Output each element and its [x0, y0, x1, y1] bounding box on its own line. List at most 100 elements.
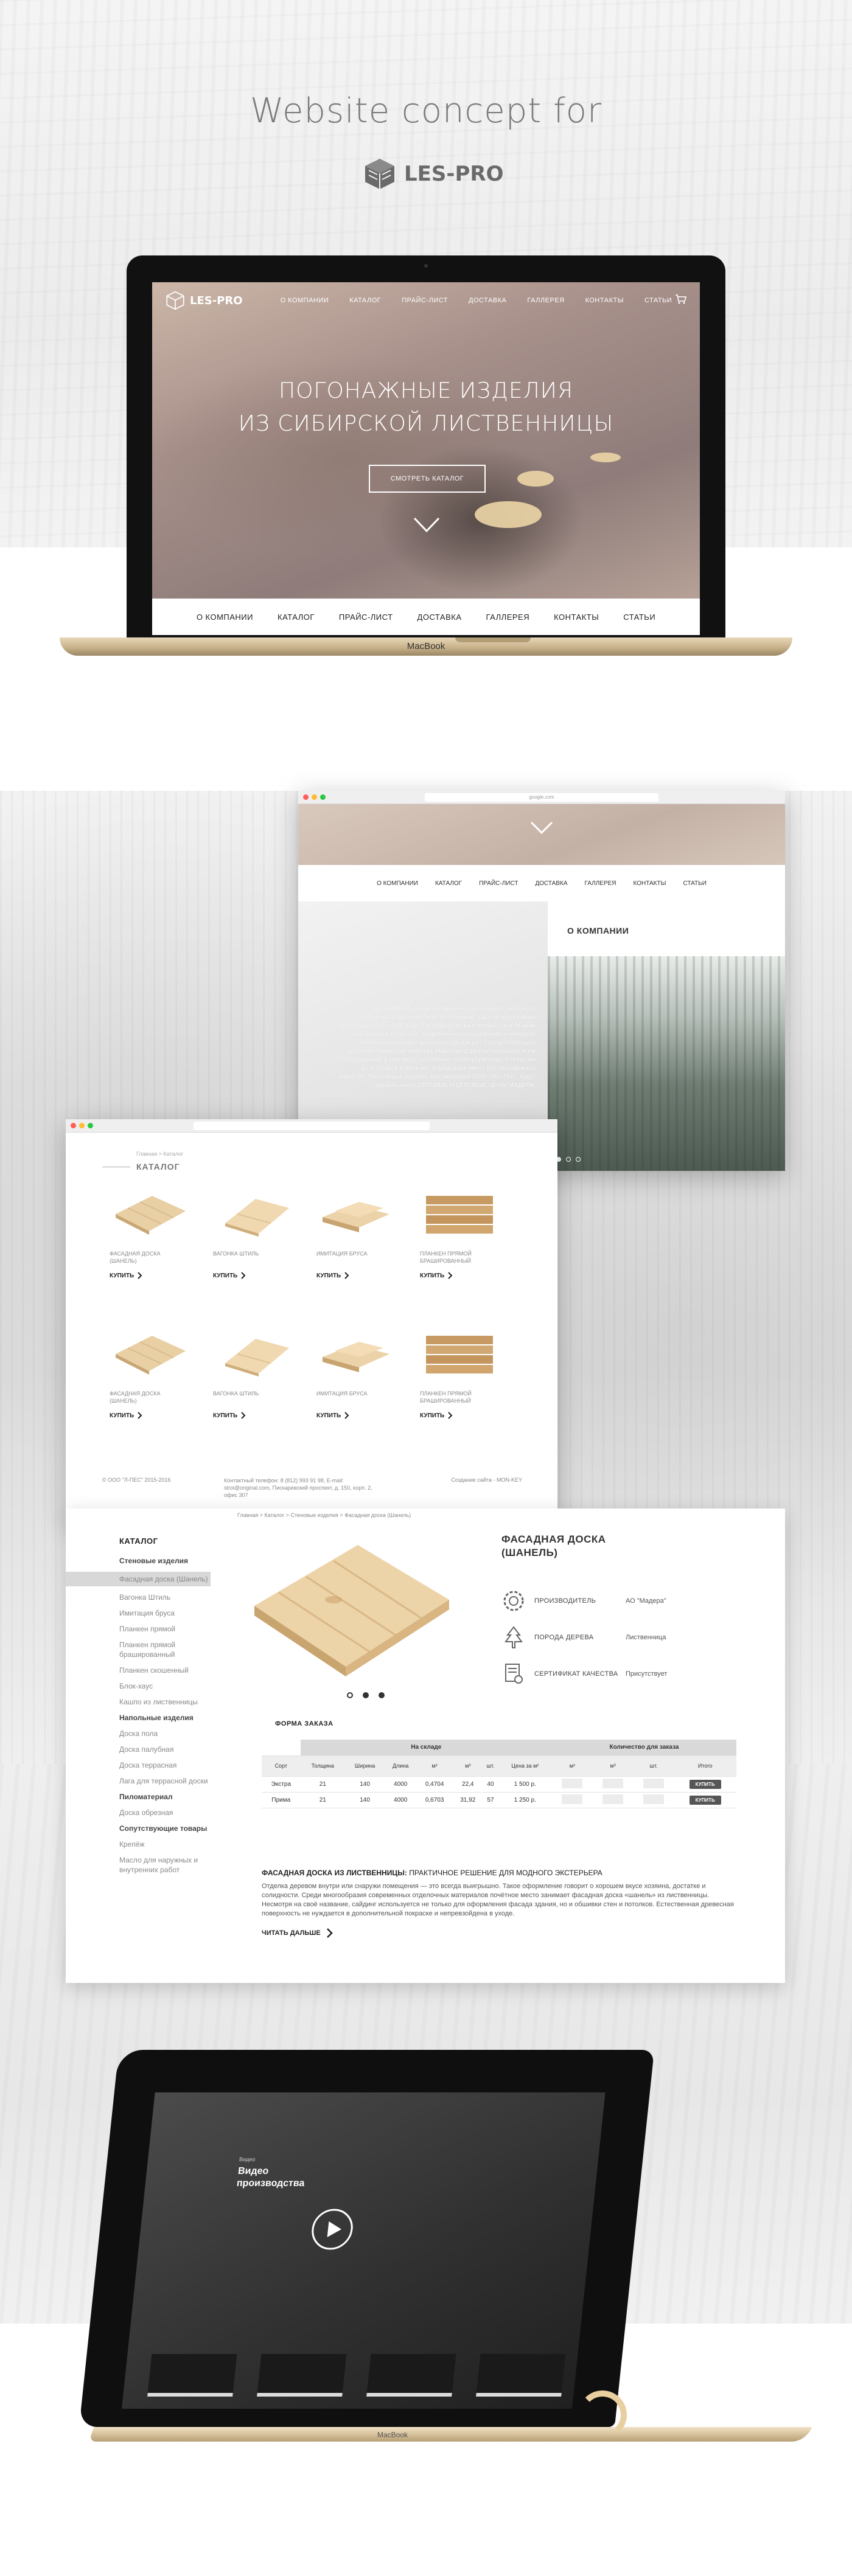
sidebar-item[interactable]: Лага для террасной доски	[119, 1776, 211, 1786]
sidebar-item[interactable]: Масло для наружных и внутренних работ	[119, 1855, 211, 1875]
product-card[interactable]: ВАГОНКА ШТИЛЬ КУПИТЬ	[213, 1190, 316, 1293]
buy-link[interactable]: КУПИТЬ	[213, 1412, 246, 1419]
slider-dot[interactable]	[347, 1692, 353, 1698]
menu-item-about[interactable]: О КОМПАНИИ	[281, 297, 329, 304]
buy-link[interactable]: КУПИТЬ	[213, 1272, 246, 1279]
slider-dot[interactable]	[379, 1692, 385, 1698]
sidebar-item[interactable]: Имитация бруса	[119, 1608, 211, 1618]
address-bar[interactable]: google.com	[425, 793, 658, 802]
product-card[interactable]: ПЛАНКЕН ПРЯМОЙ БРАШИРОВАННЫЙ КУПИТЬ	[420, 1190, 523, 1293]
concept-title: Website concept for	[250, 91, 602, 131]
menu-item-price[interactable]: ПРАЙС-ЛИСТ	[402, 297, 448, 304]
video-thumbnail[interactable]	[366, 2354, 456, 2397]
site-logo-text: LES-PRO	[190, 294, 243, 307]
sidebar-item[interactable]: Доска пола	[119, 1729, 211, 1738]
quantity-input[interactable]	[643, 1778, 664, 1788]
menu-item-catalog[interactable]: КАТАЛОГ	[435, 880, 462, 887]
hero-title: ПОГОНАЖНЫЕ ИЗДЕЛИЯ ИЗ СИБИРСКОЙ ЛИСТВЕНН…	[152, 375, 700, 440]
sidebar-item[interactable]: Доска обрезная	[119, 1808, 211, 1817]
buy-link[interactable]: КУПИТЬ	[316, 1272, 349, 1279]
product-card[interactable]: ФАСАДНАЯ ДОСКА (ШАНЕЛЬ) КУПИТЬ	[110, 1190, 213, 1293]
footer-credit[interactable]: Создание сайта - MON-KEY	[451, 1477, 522, 1483]
breadcrumb[interactable]: Главная > Каталог	[136, 1151, 183, 1157]
window-controls	[71, 1123, 93, 1128]
menu-item-articles[interactable]: СТАТЬИ	[683, 880, 706, 887]
menu-item-delivery[interactable]: ДОСТАВКА	[469, 297, 506, 304]
table-row: Прима 21 140 4000 0,6703 31,92 57 1 250 р. КУПИТ…	[262, 1792, 736, 1808]
menu-item-gallery[interactable]: ГАЛЛЕРЕЯ	[585, 880, 616, 887]
sidebar-item[interactable]: Планкен скошенный	[119, 1665, 211, 1675]
read-more-link[interactable]: ЧИТАТЬ ДАЛЬШЕ	[262, 1928, 333, 1938]
product-card[interactable]: ИМИТАЦИЯ БРУСА КУПИТЬ	[316, 1190, 420, 1293]
buy-link[interactable]: КУПИТЬ	[110, 1272, 142, 1279]
cart-icon[interactable]	[676, 294, 686, 304]
slider-dots	[556, 1157, 581, 1162]
slider-dot[interactable]	[363, 1692, 369, 1698]
menu-item-about[interactable]: О КОМПАНИИ	[377, 880, 418, 887]
bottom-menu-item-delivery[interactable]: ДОСТАВКА	[417, 613, 462, 622]
sidebar-list: Стеновые изделия Фасадная доска (Шанель) В…	[66, 1556, 211, 1881]
product-card[interactable]: ИМИТАЦИЯ БРУСА КУПИТЬ	[316, 1330, 420, 1433]
sidebar-item[interactable]: Фасадная доска (Шанель)	[66, 1572, 211, 1586]
slider-dot[interactable]	[576, 1157, 581, 1162]
product-image	[254, 1545, 449, 1676]
view-catalog-button[interactable]: СМОТРЕТЬ КАТАЛОГ	[369, 465, 486, 493]
sidebar-item[interactable]: Блок-хаус	[119, 1681, 211, 1691]
video-thumbnail[interactable]	[476, 2354, 566, 2397]
buy-link[interactable]: КУПИТЬ	[110, 1412, 142, 1419]
close-icon[interactable]	[71, 1123, 76, 1128]
menu-item-gallery[interactable]: ГАЛЛЕРЕЯ	[527, 297, 564, 304]
bottom-menu-item-price[interactable]: ПРАЙС-ЛИСТ	[339, 613, 393, 622]
maximize-icon[interactable]	[88, 1123, 93, 1128]
chevron-down-icon[interactable]	[530, 821, 553, 835]
quantity-input[interactable]	[602, 1794, 624, 1804]
quantity-input[interactable]	[562, 1778, 583, 1788]
menu-item-contacts[interactable]: КОНТАКТЫ	[585, 297, 624, 304]
sidebar-item[interactable]: Крепёж	[119, 1839, 211, 1849]
buy-button[interactable]: КУПИТЬ	[689, 1795, 721, 1805]
address-bar[interactable]	[194, 1122, 430, 1130]
product-card[interactable]: ВАГОНКА ШТИЛЬ КУПИТЬ	[213, 1330, 316, 1433]
menu-item-delivery[interactable]: ДОСТАВКА	[535, 880, 567, 887]
product-card[interactable]: ПЛАНКЕН ПРЯМОЙ БРАШИРОВАННЫЙ КУПИТЬ	[420, 1330, 523, 1433]
slider-dot[interactable]	[566, 1157, 571, 1162]
sidebar-item[interactable]: Доска палубная	[119, 1745, 211, 1754]
bottom-menu-item-about[interactable]: О КОМПАНИИ	[197, 613, 253, 622]
buy-link[interactable]: КУПИТЬ	[316, 1412, 349, 1419]
play-icon[interactable]	[309, 2208, 355, 2251]
menu-item-contacts[interactable]: КОНТАКТЫ	[634, 880, 666, 887]
site-logo[interactable]: LES-PRO	[166, 291, 243, 310]
buy-link[interactable]: КУПИТЬ	[420, 1272, 453, 1279]
buy-cell: КУПИТЬ	[674, 1792, 736, 1808]
board-stack-image	[323, 1342, 389, 1372]
quantity-input[interactable]	[643, 1794, 664, 1804]
close-icon[interactable]	[303, 794, 309, 800]
quantity-cell	[633, 1776, 674, 1793]
product-title-line-2: (ШАНЕЛЬ)	[501, 1547, 558, 1558]
bottom-menu-item-contacts[interactable]: КОНТАКТЫ	[554, 613, 599, 622]
bottom-menu-item-articles[interactable]: СТАТЬИ	[623, 613, 655, 622]
menu-item-price[interactable]: ПРАЙС-ЛИСТ	[479, 880, 518, 887]
menu-item-catalog[interactable]: КАТАЛОГ	[349, 297, 381, 304]
chevron-down-icon[interactable]	[413, 516, 441, 533]
sidebar-item[interactable]: Кашпо из лиственницы	[119, 1697, 211, 1707]
video-thumbnail[interactable]	[257, 2354, 347, 2397]
breadcrumb[interactable]: Главная > Каталог > Стеновые изделия > Ф…	[237, 1512, 411, 1518]
maximize-icon[interactable]	[320, 794, 326, 800]
bottom-menu-item-catalog[interactable]: КАТАЛОГ	[278, 613, 315, 622]
buy-button[interactable]: КУПИТЬ	[689, 1779, 721, 1789]
sidebar-item[interactable]: Планкен прямой брашированный	[119, 1640, 211, 1659]
minimize-icon[interactable]	[312, 794, 317, 800]
buy-link[interactable]: КУПИТЬ	[420, 1412, 453, 1419]
bottom-menu-item-gallery[interactable]: ГАЛЛЕРЕЯ	[486, 613, 530, 622]
minimize-icon[interactable]	[79, 1123, 85, 1128]
buy-label: КУПИТЬ	[316, 1272, 341, 1279]
quantity-input[interactable]	[602, 1778, 624, 1788]
sidebar-item[interactable]: Вагонка Штиль	[119, 1592, 211, 1602]
product-card[interactable]: ФАСАДНАЯ ДОСКА (ШАНЕЛЬ) КУПИТЬ	[110, 1330, 213, 1433]
sidebar-item[interactable]: Планкен прямой	[119, 1624, 211, 1634]
menu-item-articles[interactable]: СТАТЬИ	[644, 297, 672, 304]
video-thumbnail[interactable]	[147, 2354, 237, 2397]
quantity-input[interactable]	[562, 1794, 583, 1804]
sidebar-item[interactable]: Доска террасная	[119, 1760, 211, 1770]
